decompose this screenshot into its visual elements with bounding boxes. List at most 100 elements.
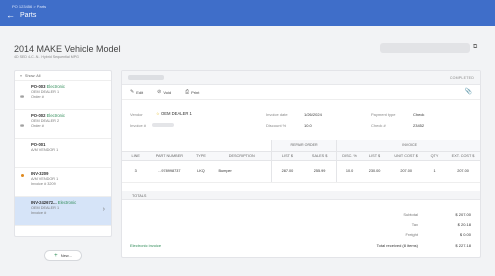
page-title: Parts [20,12,37,19]
tax-value: $ 20.18 [457,222,471,227]
invoice-detail-panel: COMPLETED ✎ Edit ⊘ Void ⎙ Print 📎 Vendor ☆ … [121,70,481,258]
col-sales: SALES $ [303,151,337,161]
parts-list-panel: ▿ Show: All PO-003 Electronic OEM DEALER… [14,70,112,237]
freight-label: Freight [405,232,418,237]
list-item-inv-3209[interactable]: INV-3209 A/M VENDOR 1 Invoice # 3209 [15,168,111,197]
vendor-label: Vendor [130,112,143,117]
filter-label: Show: All [24,73,41,78]
truck-icon: ⛂ [20,94,25,100]
col-list-ro: LIST $ [270,151,304,161]
list-item-po-001[interactable]: PO-001 A/M VENDOR 1 [15,139,111,168]
freight-value: $ 0.00 [459,232,471,237]
cell-list-ro: 287.00 [270,160,304,183]
pencil-icon: ✎ [130,89,135,95]
detail-header: COMPLETED [122,71,480,85]
new-button[interactable]: + New... [44,250,82,261]
discount-label: Discount % [266,123,287,128]
cell-qty: 1 [425,160,445,183]
filter-show-all[interactable]: ▿ Show: All [15,71,111,81]
status-dot-icon [21,174,24,177]
item-title: INV-3209 [31,171,49,176]
invoice-group: INVOICE [336,140,480,152]
item-vendor: A/M VENDOR 1 [31,148,59,152]
total-label: Total received (8 items) [376,243,418,248]
breadcrumb[interactable]: PO 123456 > Parts [12,4,46,9]
chevron-right-icon: › [102,206,105,213]
repair-order-group: REPAIR ORDER [270,140,337,152]
detail-header-title [128,75,164,80]
vehicle-title: 2014 MAKE Vehicle Model [14,44,121,54]
item-title: PO-001 [31,142,46,147]
vehicle-subtitle: 4D SED 4-C..N.. Hybrid Sequential MPG [14,55,79,59]
item-vendor: OEM DEALER 1 [31,90,60,94]
check-value: 23452 [413,123,425,128]
truck-icon: ⛂ [20,123,25,129]
item-status: Electronic [46,84,65,89]
item-title: INV-242672... [31,200,57,205]
item-order: Order # [31,95,44,99]
col-line: LINE [122,151,150,161]
cell-list-inv: 230.00 [361,160,388,183]
cell-part-number: ...978998737 [149,160,190,183]
action-toolbar: ✎ Edit ⊘ Void ⎙ Print [122,85,480,100]
cell-line: 3 [122,160,150,183]
new-button-label: New... [60,253,72,258]
col-qty: QTY [425,151,445,161]
electronic-invoice-label: Electronic invoice [130,243,162,248]
table-row[interactable]: 3 ...978998737 LKQ Bumper 287.00 255.99 … [122,160,480,183]
vin-field [380,43,470,53]
cell-type: LKQ [189,160,213,183]
item-title: PO-003 [31,84,46,89]
col-ext-cost: EXT. COST $ [444,151,480,161]
attachment-icon[interactable]: 📎 [465,88,472,95]
vendor-name: OEM DEALER 1 [160,111,192,116]
back-arrow-icon[interactable]: ← [6,11,15,20]
list-item-inv-242672[interactable]: INV-242672... Electronic OEM DEALER 1 In… [15,197,111,226]
void-label: Void [163,89,172,95]
item-vendor: A/M VENDOR 1 [31,177,59,181]
item-status: Electronic [57,200,77,205]
col-list-inv: LIST $ [361,151,388,161]
col-part-number: PART NUMBER [149,151,190,161]
col-type: TYPE [189,151,213,161]
totals-header: TOTALS [122,191,480,200]
top-bar: PO 123456 > Parts ← Parts [0,0,495,26]
item-invoice: Invoice # [31,211,47,215]
item-order: Order # [31,124,44,128]
invoice-number [152,123,174,127]
payment-type-label: Payment type [371,112,396,117]
edit-label: Edit [136,89,144,95]
check-label: Check # [371,123,386,128]
total-value: $ 227.18 [455,243,471,248]
list-item-po-002[interactable]: PO-002 Electronic OEM DEALER 2 Order # ⛂ [15,110,111,139]
tax-label: Tax [411,222,418,227]
payment-type-value: Check [413,112,425,117]
discount-value: 10.0 [304,123,312,128]
vendor-value: ☆ OEM DEALER 1 [156,111,192,116]
cell-unit-cost: 207.00 [387,160,426,183]
cell-disc: 10.0 [336,160,362,183]
void-button[interactable]: ⊘ Void [157,89,171,95]
col-disc: DISC. % [336,151,362,161]
print-label: Print [191,89,200,95]
col-unit-cost: UNIT COST $ [387,151,426,161]
col-description: DESCRIPTION [212,151,272,161]
filter-icon: ▿ [20,74,22,78]
item-invoice: Invoice # 3209 [31,182,56,186]
invoice-label: Invoice # [130,123,147,128]
void-icon: ⊘ [157,89,162,95]
star-icon: ☆ [156,111,160,116]
subtotal-label: Subtotal [403,212,418,217]
list-item-po-003[interactable]: PO-003 Electronic OEM DEALER 1 Order # ⛂ [15,81,111,110]
printer-icon: ⎙ [185,89,190,95]
item-vendor: OEM DEALER 2 [31,119,60,123]
plus-icon: + [54,252,58,259]
cell-ext-cost: 207.00 [444,160,480,183]
edit-button[interactable]: ✎ Edit [130,89,143,95]
print-button[interactable]: ⎙ Print [185,89,199,95]
copy-icon[interactable]: ⧉ [473,44,477,51]
invoice-date-value: 1/26/2024 [304,112,322,117]
line-items-table: REPAIR ORDER INVOICE LINE PART NUMBER TY… [122,140,480,183]
subtotal-value: $ 207.00 [455,212,471,217]
cell-sales: 255.99 [303,160,337,183]
